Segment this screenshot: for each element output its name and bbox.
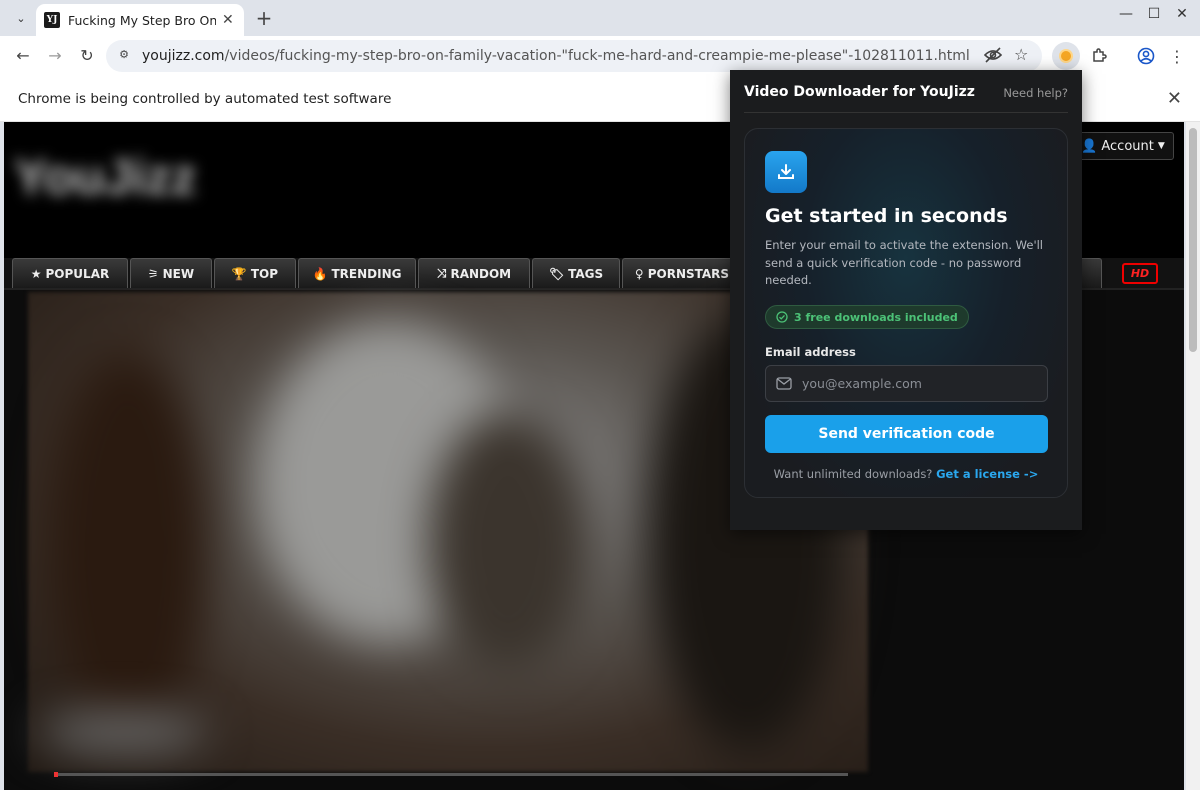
nav-tags[interactable]: 🏷 TAGS xyxy=(532,258,620,288)
nav-new[interactable]: ⚞ NEW xyxy=(130,258,212,288)
url-text[interactable]: youjizz.com/videos/fucking-my-step-bro-o… xyxy=(142,48,970,64)
forward-icon[interactable]: → xyxy=(44,45,66,67)
infobar-close-icon[interactable]: ✕ xyxy=(1167,88,1182,109)
hd-filter-badge[interactable]: HD xyxy=(1122,263,1158,284)
favicon: YJ xyxy=(44,12,60,28)
eye-off-icon[interactable] xyxy=(983,47,1003,67)
fire-icon: 🔥 xyxy=(312,266,328,281)
tab-strip: ⌄ YJ Fucking My Step Bro On F ✕ + — ☐ ✕ xyxy=(0,0,1200,36)
rss-icon: ⚞ xyxy=(147,266,159,281)
video-progress-track[interactable] xyxy=(54,773,848,776)
email-label: Email address xyxy=(765,345,856,359)
bookmark-star-icon[interactable]: ☆ xyxy=(1014,45,1028,64)
video-progress-fill xyxy=(54,772,58,777)
nav-random[interactable]: ⤨ RANDOM xyxy=(418,258,530,288)
email-field[interactable] xyxy=(765,365,1048,402)
site-logo-blurred[interactable]: YouJizz xyxy=(14,148,254,224)
trophy-icon: 🏆 xyxy=(231,266,247,281)
nav-trending[interactable]: 🔥 TRENDING xyxy=(298,258,416,288)
extension-popup: Video Downloader for YouJizz Need help? … xyxy=(730,70,1082,530)
send-verification-code-button[interactable]: Send verification code xyxy=(765,415,1048,453)
address-bar[interactable]: ⚙ youjizz.com/videos/fucking-my-step-bro… xyxy=(106,40,1042,72)
mail-icon xyxy=(776,377,792,390)
profile-icon[interactable] xyxy=(1132,42,1160,70)
caret-down-icon: ▼ xyxy=(1157,141,1165,151)
person-icon: ♀ xyxy=(634,266,644,281)
badge-text: 3 free downloads included xyxy=(794,310,958,324)
page-scrollbar[interactable] xyxy=(1186,122,1200,790)
tag-icon: 🏷 xyxy=(548,266,565,281)
shuffle-icon: ⤨ xyxy=(436,266,447,280)
user-icon: 👤 xyxy=(1081,138,1098,154)
back-icon[interactable]: ← xyxy=(12,45,34,67)
email-input[interactable] xyxy=(802,376,1032,391)
extensions-puzzle-icon[interactable] xyxy=(1085,42,1113,70)
account-button[interactable]: 👤 Account ▼ xyxy=(1072,132,1174,160)
card-description: Enter your email to activate the extensi… xyxy=(765,238,1043,287)
check-circle-icon xyxy=(776,311,788,323)
divider xyxy=(744,112,1068,113)
browser-tab[interactable]: YJ Fucking My Step Bro On F ✕ xyxy=(36,4,244,36)
nav-popular[interactable]: ★ POPULAR xyxy=(12,258,128,288)
get-license-link[interactable]: Get a license -> xyxy=(936,467,1038,481)
video-downloader-extension-icon[interactable] xyxy=(1052,42,1080,70)
card-heading: Get started in seconds xyxy=(765,205,1008,227)
license-row: Want unlimited downloads? Get a license … xyxy=(745,467,1067,481)
tab-title: Fucking My Step Bro On F xyxy=(68,12,216,28)
reload-icon[interactable]: ↻ xyxy=(76,45,98,67)
download-icon xyxy=(765,151,807,193)
scrollbar-thumb[interactable] xyxy=(1189,128,1197,352)
star-icon: ★ xyxy=(30,266,42,281)
tab-search-chevron-icon[interactable]: ⌄ xyxy=(10,7,32,29)
close-window-icon[interactable]: ✕ xyxy=(1172,6,1192,22)
license-prompt: Want unlimited downloads? xyxy=(773,467,933,481)
maximize-icon[interactable]: ☐ xyxy=(1144,6,1164,22)
onboarding-card: Get started in seconds Enter your email … xyxy=(744,128,1068,498)
nav-top[interactable]: 🏆 TOP xyxy=(214,258,296,288)
nav-pornstars[interactable]: ♀ PORNSTARS xyxy=(622,258,742,288)
menu-kebab-icon[interactable]: ⋮ xyxy=(1163,42,1191,70)
new-tab-icon[interactable]: + xyxy=(252,6,276,30)
tab-close-icon[interactable]: ✕ xyxy=(222,12,234,28)
need-help-link[interactable]: Need help? xyxy=(1003,86,1068,100)
site-info-icon[interactable]: ⚙ xyxy=(116,48,132,64)
free-downloads-badge: 3 free downloads included xyxy=(765,305,969,329)
minimize-icon[interactable]: — xyxy=(1116,6,1136,22)
popup-title: Video Downloader for YouJizz xyxy=(744,84,975,100)
account-label: Account xyxy=(1101,138,1154,154)
infobar-text: Chrome is being controlled by automated … xyxy=(18,91,392,107)
